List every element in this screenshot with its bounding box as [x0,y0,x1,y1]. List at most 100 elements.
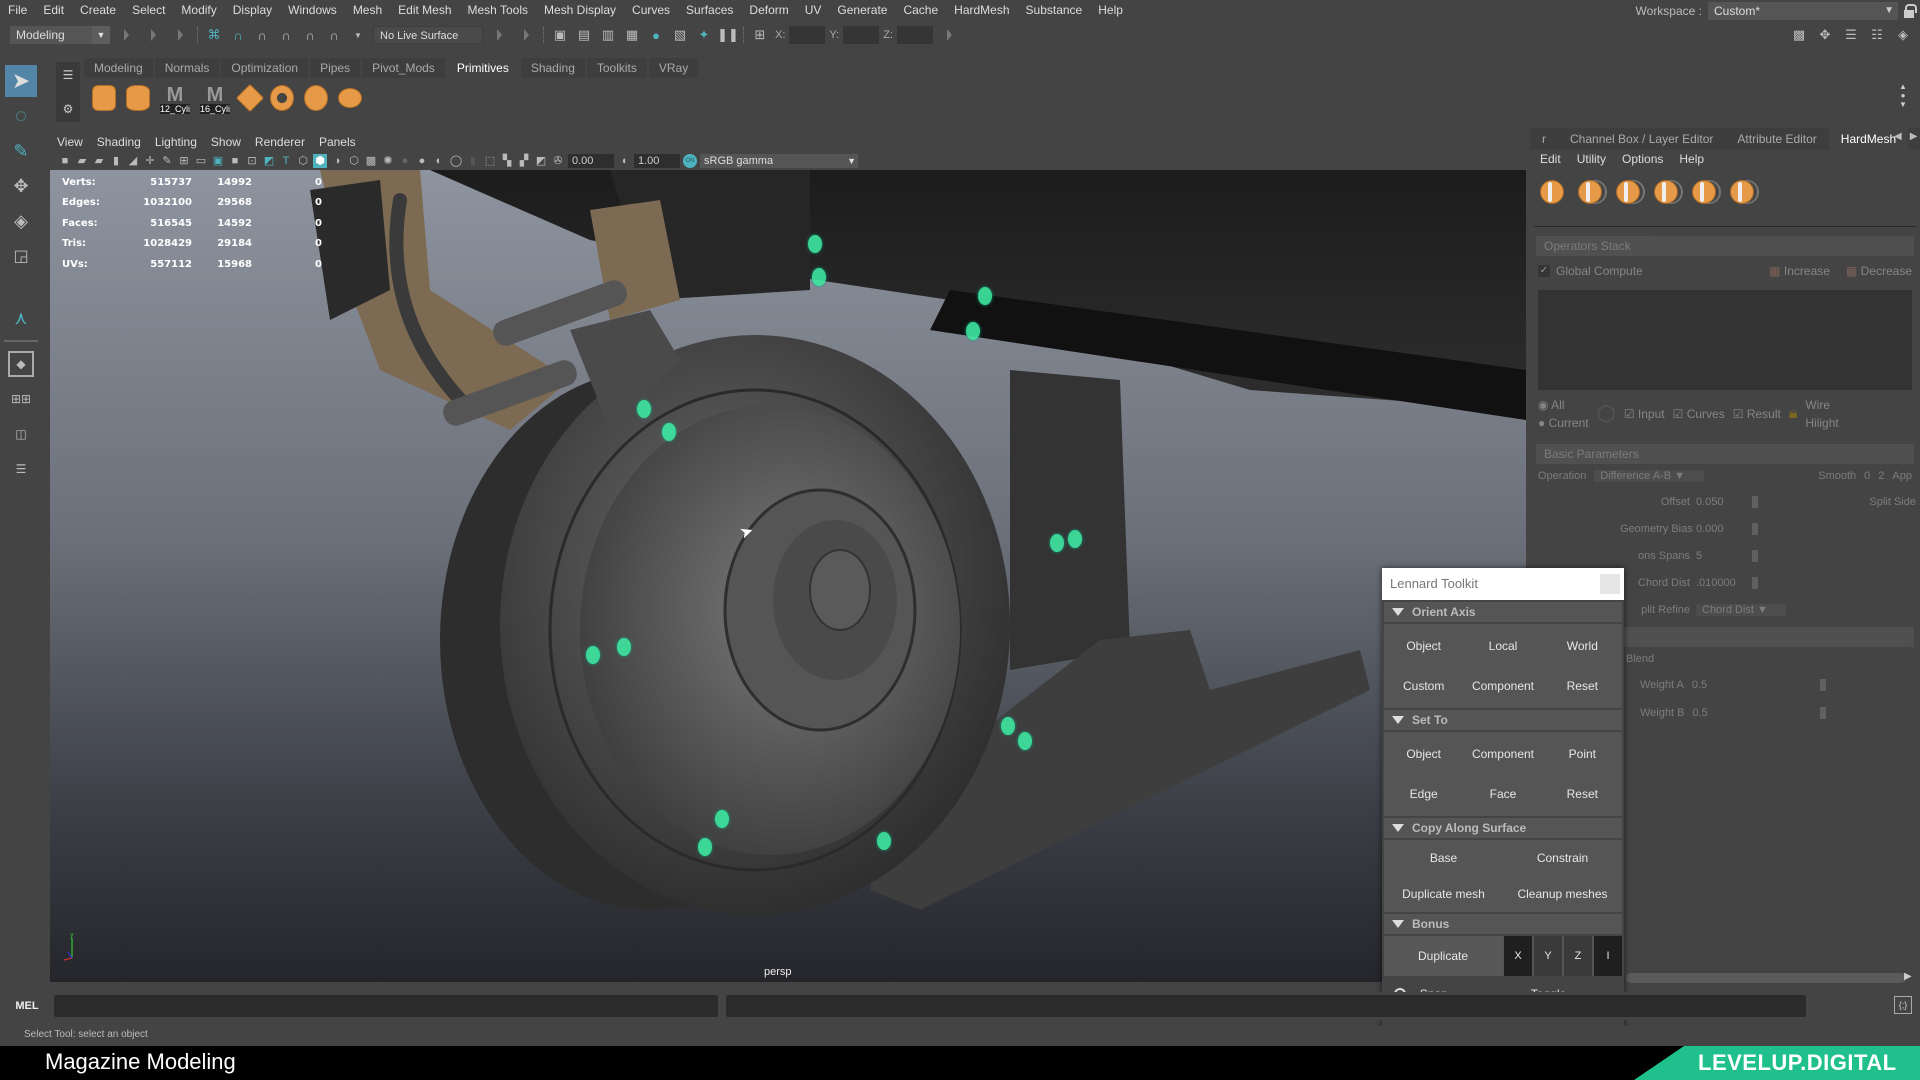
geometry-bias-field[interactable]: 0.000 [1696,523,1746,535]
wireframe-on-shaded-icon[interactable]: ⬡ [347,154,361,168]
menu-file[interactable]: File [0,0,35,20]
axis-x-button[interactable]: X [1504,936,1532,976]
hypershade-icon[interactable]: ● [647,26,665,44]
shelf-tab-pipes[interactable]: Pipes [310,58,361,78]
axis-z-button[interactable]: Z [1564,936,1592,976]
hardmesh-intersection-icon[interactable] [1616,180,1640,204]
lock-icon[interactable] [1904,4,1917,18]
hardmesh-union-icon[interactable] [1540,180,1564,204]
increase-button[interactable]: ▦ Increase [1769,264,1830,278]
move-tool[interactable]: ✥ [5,170,37,202]
shelf-tab-toolkits[interactable]: Toolkits [586,58,647,78]
hardmesh-menu-utility[interactable]: Utility [1577,152,1606,166]
live-surface-field[interactable]: No Live Surface [373,26,483,44]
object-button[interactable]: Object [1384,626,1463,666]
menu-mesh-tools[interactable]: Mesh Tools [460,0,536,20]
menu-create[interactable]: Create [72,0,124,20]
menu-windows[interactable]: Windows [280,0,345,20]
light-editor-icon[interactable]: ✦ [695,26,713,44]
arrow-right-icon[interactable]: ▶ [1910,131,1918,142]
xray-icon[interactable]: ▩ [364,154,378,168]
grease-pencil-icon[interactable]: ✎ [160,154,174,168]
field-chart-icon[interactable]: ⊡ [245,154,259,168]
axis-y-button[interactable]: Y [1534,936,1562,976]
sections-spans-field[interactable]: 5 [1696,550,1746,562]
collapse-arrow-icon[interactable] [524,29,529,41]
select-tool[interactable]: ➤ [5,65,37,97]
shelf-tab-primitives[interactable]: Primitives [446,58,519,78]
shelf-tab-optimization[interactable]: Optimization [221,58,309,78]
motion-blur-icon[interactable]: ◐ [432,154,446,168]
menu-substance[interactable]: Substance [1018,0,1091,20]
viewport-menu-shading[interactable]: Shading [90,135,148,149]
shelf-scroll[interactable]: ▲ ● ▼ [1896,82,1910,122]
shelf-menu-icon[interactable]: ☰ [63,68,74,82]
z-field[interactable] [896,26,933,44]
color-management-toggle[interactable]: ON [683,154,697,168]
gamma-icon[interactable]: ◖ [617,154,631,168]
smooth-shade-icon[interactable]: ⬢ [313,154,327,168]
dropdown-icon[interactable]: ▼ [349,26,367,44]
bonus-header[interactable]: Bonus [1384,914,1622,934]
hardmesh-menu-help[interactable]: Help [1679,152,1704,166]
gear-icon[interactable]: ⚙ [63,102,74,116]
copy-along-surface-header[interactable]: Copy Along Surface [1384,818,1622,838]
result-checkbox[interactable]: ☑ Result [1733,407,1781,421]
tool-settings-icon[interactable]: ☷ [1868,26,1886,44]
stack-primitive-icon[interactable] [338,88,362,108]
scroll-dot-icon[interactable]: ● [1901,91,1906,100]
viewport-menu-renderer[interactable]: Renderer [248,135,312,149]
radio-all[interactable]: ◉ All [1538,398,1589,412]
menu-edit-mesh[interactable]: Edit Mesh [390,0,459,20]
snap-to-point-icon[interactable]: ∩ [325,26,343,44]
snap-to-curve-icon[interactable]: ∩ [301,26,319,44]
world-button[interactable]: World [1543,626,1622,666]
rotate-tool[interactable]: ◈ [5,205,37,237]
orient-axis-header[interactable]: Orient Axis [1384,602,1622,622]
menu-surfaces[interactable]: Surfaces [678,0,741,20]
hardmesh-slice-icon[interactable] [1654,180,1678,204]
lasso-tool[interactable]: ◌ [5,100,37,132]
menu-deform[interactable]: Deform [741,0,796,20]
custom-button[interactable]: Custom [1384,666,1463,706]
curves-checkbox[interactable]: ☑ Curves [1673,407,1725,421]
shelf-tab-modeling[interactable]: Modeling [84,58,153,78]
operators-stack-header[interactable]: Operators Stack [1536,236,1914,256]
split-side-button[interactable]: Split Side [1870,496,1916,508]
chord-dist-slider[interactable] [1752,576,1758,589]
scale-tool[interactable]: ◲ [5,240,37,272]
human-ik-icon[interactable]: ✥ [1816,26,1834,44]
xray-joints-icon[interactable]: ▚ [500,154,514,168]
menu-modify[interactable]: Modify [173,0,224,20]
snap-to-grid-icon[interactable]: ∩ [277,26,295,44]
instance-button[interactable]: I [1594,936,1622,976]
menu-uv[interactable]: UV [797,0,830,20]
backface-culling-icon[interactable]: ◩ [534,154,548,168]
menu-curves[interactable]: Curves [624,0,678,20]
collapse-arrow-icon[interactable] [124,29,129,41]
safe-action-icon[interactable]: ◩ [262,154,276,168]
shelf-tab-normals[interactable]: Normals [154,58,220,78]
basic-parameters-header[interactable]: Basic Parameters [1536,444,1914,464]
chord-dist-field[interactable]: .010000 [1696,577,1746,589]
default-material-icon[interactable]: ◑ [330,154,344,168]
decrease-button[interactable]: ▦ Decrease [1846,264,1912,278]
collapse-arrow-icon[interactable] [178,29,183,41]
hardmesh-difference-icon[interactable] [1578,180,1602,204]
local-button[interactable]: Local [1463,626,1542,666]
set-to-header[interactable]: Set To [1384,710,1622,730]
select-camera-icon[interactable]: ■ [58,154,72,168]
menu-display[interactable]: Display [225,0,280,20]
hardmesh-menu-options[interactable]: Options [1622,152,1663,166]
render-setup-icon[interactable]: ▧ [671,26,689,44]
two-view-layout[interactable]: ◫ [5,418,37,450]
mode-dropdown[interactable]: Modeling ▼ [10,26,110,44]
reset-button[interactable]: Reset [1543,774,1622,814]
attribute-editor-icon[interactable]: ☰ [1842,26,1860,44]
arrow-down-icon[interactable]: ▼ [1899,100,1907,109]
camera-attributes-icon[interactable]: ▰ [92,154,106,168]
film-gate-icon[interactable]: ▭ [194,154,208,168]
exposure-field[interactable]: 0.00 [568,154,614,168]
weight-b-field[interactable]: 0.5 [1692,707,1812,719]
diamond-primitive-icon[interactable] [235,83,265,113]
